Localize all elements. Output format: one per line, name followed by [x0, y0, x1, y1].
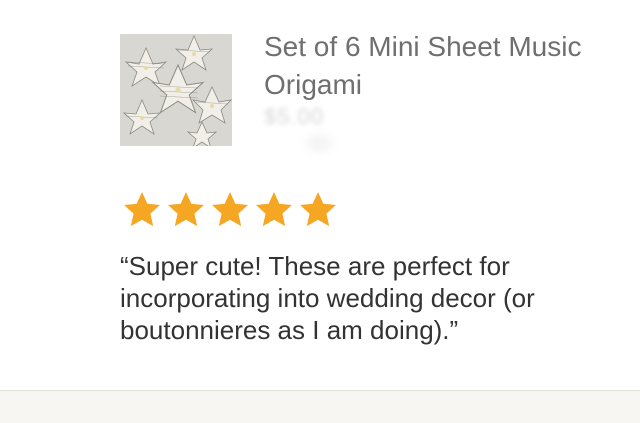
product-price: $5.00	[264, 104, 325, 129]
star-icon	[300, 192, 336, 227]
review-card: Set of 6 Mini Sheet Music Origami $5.00 …	[0, 0, 640, 423]
star-icon	[168, 192, 204, 227]
star-icon	[256, 192, 292, 227]
product-thumbnail[interactable]	[120, 34, 232, 146]
price-fade-overlay	[306, 134, 332, 152]
star-icon	[124, 192, 160, 227]
rating-stars	[120, 188, 340, 232]
product-summary[interactable]: Set of 6 Mini Sheet Music Origami $5.00	[120, 31, 620, 154]
origami-flowers-image	[120, 34, 232, 146]
product-title[interactable]: Set of 6 Mini Sheet Music Origami	[264, 28, 604, 104]
footer-band	[0, 391, 640, 423]
review-text: “Super cute! These are perfect for incor…	[120, 251, 535, 345]
star-icon	[212, 192, 248, 227]
